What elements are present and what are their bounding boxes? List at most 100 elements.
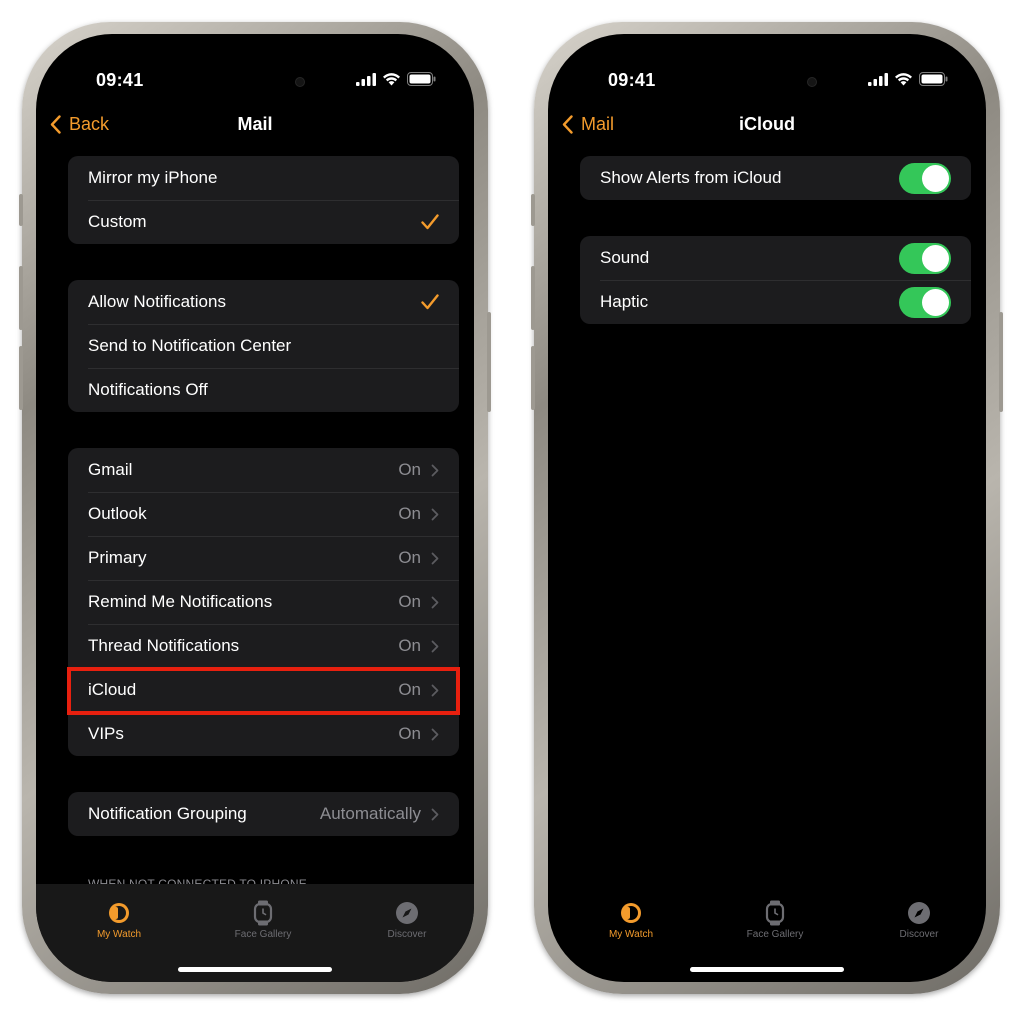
option-label: Mirror my iPhone bbox=[88, 168, 218, 187]
front-camera bbox=[295, 77, 305, 87]
option-notifications-off[interactable]: Notifications Off bbox=[68, 368, 459, 412]
tab-my-watch[interactable]: My Watch bbox=[576, 900, 686, 940]
phone-frame-right: 09:41 Mail iCloud Show Alerts from iClou… bbox=[531, 22, 1003, 994]
notification-grouping-row[interactable]: Notification Grouping Automatically bbox=[68, 792, 459, 836]
chevron-right-icon bbox=[431, 552, 439, 564]
setting-label: Haptic bbox=[600, 292, 649, 311]
toggle-knob bbox=[922, 244, 949, 272]
action-button bbox=[19, 194, 23, 226]
tab-bar: My Watch Face Gallery Discover bbox=[36, 884, 474, 982]
mailbox-status: On bbox=[398, 460, 421, 479]
mailbox-row-remind-me[interactable]: Remind Me Notifications On bbox=[68, 580, 459, 624]
tab-my-watch[interactable]: My Watch bbox=[64, 900, 174, 940]
haptic-row: Haptic bbox=[580, 280, 971, 324]
my-watch-icon bbox=[109, 903, 129, 923]
mailbox-status: On bbox=[398, 636, 421, 655]
chevron-right-icon bbox=[431, 728, 439, 740]
page-title: iCloud bbox=[739, 114, 795, 134]
chevron-right-icon bbox=[431, 596, 439, 608]
feedback-group: Sound Haptic bbox=[580, 236, 971, 324]
watch-face-icon bbox=[765, 900, 785, 926]
home-indicator[interactable] bbox=[178, 967, 332, 972]
option-mirror-my-iphone[interactable]: Mirror my iPhone bbox=[68, 156, 459, 200]
tab-label: My Watch bbox=[608, 929, 654, 940]
status-bar: 09:41 bbox=[36, 70, 474, 92]
option-custom[interactable]: Custom bbox=[68, 200, 459, 244]
mailbox-row-vips[interactable]: VIPs On bbox=[68, 712, 459, 756]
notification-grouping-group: Notification Grouping Automatically bbox=[68, 792, 459, 836]
tab-discover[interactable]: Discover bbox=[864, 900, 974, 940]
status-time: 09:41 bbox=[608, 70, 656, 90]
haptic-toggle[interactable] bbox=[899, 286, 951, 318]
cellular-signal-icon bbox=[356, 72, 376, 86]
mailbox-status: On bbox=[398, 724, 421, 743]
compass-icon bbox=[396, 902, 418, 924]
mailbox-label: Thread Notifications bbox=[88, 636, 240, 655]
volume-down-button bbox=[19, 346, 23, 410]
mailbox-label: Gmail bbox=[88, 460, 133, 479]
side-button bbox=[999, 312, 1003, 412]
phone-frame-left: 09:41 Back Mail Mirror my iPhone Custom bbox=[19, 22, 491, 994]
grouping-value: Automatically bbox=[319, 804, 421, 823]
toggle-knob bbox=[922, 288, 949, 316]
tab-label: My Watch bbox=[96, 929, 142, 940]
volume-up-button bbox=[531, 266, 535, 330]
cellular-signal-icon bbox=[868, 72, 888, 86]
tab-label: Face Gallery bbox=[234, 929, 292, 940]
screen-icloud-settings: 09:41 Mail iCloud Show Alerts from iClou… bbox=[548, 34, 986, 982]
chevron-right-icon bbox=[431, 508, 439, 520]
alerts-group: Show Alerts from iCloud bbox=[580, 156, 971, 200]
battery-icon bbox=[407, 72, 436, 86]
icloud-highlight-box bbox=[67, 667, 460, 715]
mailbox-row-gmail[interactable]: Gmail On bbox=[68, 448, 459, 492]
tab-face-gallery[interactable]: Face Gallery bbox=[720, 900, 830, 940]
setting-label: Sound bbox=[600, 248, 650, 267]
option-label: Send to Notification Center bbox=[88, 336, 292, 355]
page-title: Mail bbox=[237, 114, 273, 134]
mailbox-row-thread[interactable]: Thread Notifications On bbox=[68, 624, 459, 668]
option-label: Allow Notifications bbox=[88, 292, 226, 311]
volume-up-button bbox=[19, 266, 23, 330]
status-time: 09:41 bbox=[96, 70, 144, 90]
compass-icon bbox=[908, 902, 930, 924]
navigation-bar: Back Mail bbox=[36, 106, 474, 142]
status-bar: 09:41 bbox=[548, 70, 986, 92]
mailbox-row-primary[interactable]: Primary On bbox=[68, 536, 459, 580]
front-camera bbox=[807, 77, 817, 87]
setting-label: Show Alerts from iCloud bbox=[600, 168, 782, 187]
option-label: Notifications Off bbox=[88, 380, 208, 399]
notification-mode-group: Allow Notifications Send to Notification… bbox=[68, 280, 459, 412]
checkmark-icon bbox=[421, 294, 439, 310]
side-button bbox=[487, 312, 491, 412]
watch-face-icon bbox=[253, 900, 273, 926]
grouping-label: Notification Grouping bbox=[88, 804, 247, 823]
option-allow-notifications[interactable]: Allow Notifications bbox=[68, 280, 459, 324]
chevron-right-icon bbox=[431, 464, 439, 476]
mailbox-row-outlook[interactable]: Outlook On bbox=[68, 492, 459, 536]
screen-mail-settings: 09:41 Back Mail Mirror my iPhone Custom bbox=[36, 34, 474, 982]
sound-row: Sound bbox=[580, 236, 971, 280]
battery-icon bbox=[919, 72, 948, 86]
my-watch-icon bbox=[621, 903, 641, 923]
mailbox-status: On bbox=[398, 548, 421, 567]
tab-label: Face Gallery bbox=[746, 929, 804, 940]
action-button bbox=[531, 194, 535, 226]
option-label: Custom bbox=[88, 212, 147, 231]
mailbox-label: Outlook bbox=[88, 504, 147, 523]
checkmark-icon bbox=[421, 214, 439, 230]
show-alerts-toggle[interactable] bbox=[899, 162, 951, 194]
chevron-right-icon bbox=[431, 640, 439, 652]
wifi-icon bbox=[895, 73, 912, 86]
sound-toggle[interactable] bbox=[899, 242, 951, 274]
tab-discover[interactable]: Discover bbox=[352, 900, 462, 940]
chevron-right-icon bbox=[431, 808, 439, 820]
navigation-bar: Mail iCloud bbox=[548, 106, 986, 142]
home-indicator[interactable] bbox=[690, 967, 844, 972]
tab-face-gallery[interactable]: Face Gallery bbox=[208, 900, 318, 940]
mailbox-status: On bbox=[398, 592, 421, 611]
option-send-to-notification-center[interactable]: Send to Notification Center bbox=[68, 324, 459, 368]
mailbox-label: Remind Me Notifications bbox=[88, 592, 273, 611]
mailbox-label: VIPs bbox=[88, 724, 124, 743]
mailbox-status: On bbox=[398, 504, 421, 523]
wifi-icon bbox=[383, 73, 400, 86]
